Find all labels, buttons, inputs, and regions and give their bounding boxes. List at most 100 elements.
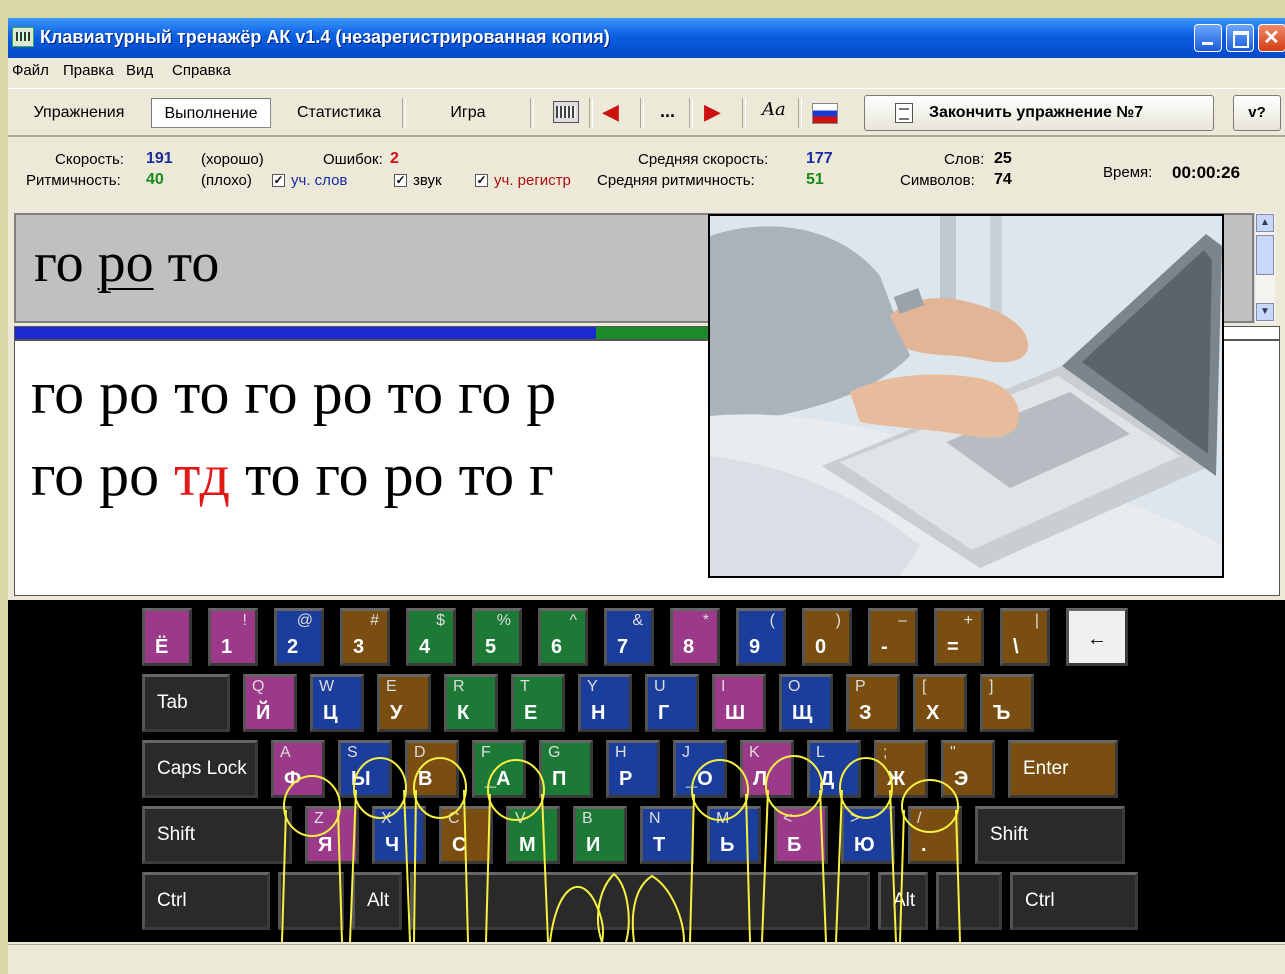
speed-label: Скорость:	[55, 151, 124, 168]
key-м[interactable]: МV	[506, 806, 560, 864]
menu-file[interactable]: Файл	[12, 62, 49, 79]
key-8[interactable]: 8 *	[670, 608, 720, 666]
case-checkbox-label[interactable]: уч. регистр	[494, 172, 571, 189]
progress-fill-done	[15, 327, 597, 339]
stats-panel: Скорость: 191 (хорошо) Ошибок: 2 Средняя…	[8, 136, 1285, 207]
key-shift[interactable]: Shift	[142, 806, 292, 864]
key-р[interactable]: РH	[606, 740, 660, 798]
key-з[interactable]: ЗP	[846, 674, 900, 732]
key-5[interactable]: 5%	[472, 608, 522, 666]
key-й[interactable]: ЙQ	[243, 674, 297, 732]
key-т[interactable]: ТN	[640, 806, 694, 864]
key-ё[interactable]: Ё	[142, 608, 192, 666]
key-label: ←	[1087, 628, 1107, 650]
arrow-left-icon[interactable]: ◀	[602, 99, 619, 125]
key-ь[interactable]: ЬM	[707, 806, 761, 864]
scroll-down-icon[interactable]: ▼	[1256, 303, 1274, 321]
key-ю[interactable]: Ю >	[841, 806, 895, 864]
key-ш[interactable]: ШI	[712, 674, 766, 732]
key-4[interactable]: 4 $	[406, 608, 456, 666]
key-shift[interactable]: Shift	[975, 806, 1125, 864]
key-у[interactable]: УE	[377, 674, 431, 732]
key-0[interactable]: 0)	[802, 608, 852, 666]
key-alt[interactable]: Alt	[352, 872, 402, 930]
key-с[interactable]: СC	[439, 806, 493, 864]
menu-edit[interactable]: Правка	[63, 62, 114, 79]
key-latin-label: D	[414, 744, 426, 761]
key-blank[interactable]	[936, 872, 1002, 930]
words-checkbox-label[interactable]: уч. слов	[291, 172, 347, 189]
key-к[interactable]: КR	[444, 674, 498, 732]
key-ф[interactable]: ФA	[271, 740, 325, 798]
case-checkbox[interactable]: ✓	[475, 174, 488, 187]
key-3[interactable]: 3 #	[340, 608, 390, 666]
key-enter[interactable]: Enter	[1008, 740, 1118, 798]
key-tab[interactable]: Tab	[142, 674, 230, 732]
key-blank[interactable]	[278, 872, 344, 930]
tab-run[interactable]: Выполнение	[151, 98, 271, 128]
key-shift-label: )	[835, 612, 841, 629]
key-symbol[interactable]: = +	[934, 608, 984, 666]
key-7[interactable]: 7 &	[604, 608, 654, 666]
finish-exercise-button[interactable]: Закончить упражнение №7	[864, 95, 1214, 131]
close-button[interactable]	[1258, 24, 1285, 52]
key-symbol[interactable]: - –	[868, 608, 918, 666]
key-г[interactable]: ГU	[645, 674, 699, 732]
key-blank[interactable]	[410, 872, 870, 930]
russian-flag-icon[interactable]	[812, 103, 838, 124]
tab-statistics[interactable]: Статистика	[280, 98, 398, 128]
key-ы[interactable]: ЫS	[338, 740, 392, 798]
key-6[interactable]: 6 ^	[538, 608, 588, 666]
key-о[interactable]: _О J	[673, 740, 727, 798]
version-button[interactable]: v?	[1233, 95, 1281, 131]
keyboard-icon[interactable]	[553, 101, 579, 123]
key-label: Alt	[367, 890, 390, 911]
key-щ[interactable]: ЩO	[779, 674, 833, 732]
key-symbol[interactable]: ←	[1066, 608, 1128, 666]
words-checkbox[interactable]: ✓	[272, 174, 285, 187]
sound-checkbox[interactable]: ✓	[394, 174, 407, 187]
key-п[interactable]: ПG	[539, 740, 593, 798]
menu-help[interactable]: Справка	[172, 62, 231, 79]
key-э[interactable]: Э "	[941, 740, 995, 798]
app-keyboard-icon[interactable]	[12, 27, 34, 47]
title-bar[interactable]: Клавиатурный тренажёр АК v1.4 (незарегис…	[8, 18, 1285, 58]
menu-view[interactable]: Вид	[126, 62, 153, 79]
maximize-button[interactable]	[1226, 24, 1254, 52]
key-symbol[interactable]: . /	[908, 806, 962, 864]
key-alt[interactable]: Alt	[878, 872, 928, 930]
key-б[interactable]: Б <	[774, 806, 828, 864]
key-1[interactable]: 1!	[208, 608, 258, 666]
key-caps-lock[interactable]: Caps Lock	[142, 740, 258, 798]
key-ц[interactable]: ЦW	[310, 674, 364, 732]
scroll-up-icon[interactable]: ▲	[1256, 214, 1274, 232]
key-ctrl[interactable]: Ctrl	[142, 872, 270, 930]
key-в[interactable]: ВD	[405, 740, 459, 798]
key-а[interactable]: _А F	[472, 740, 526, 798]
key-е[interactable]: ЕT	[511, 674, 565, 732]
key-2[interactable]: 2 @	[274, 608, 324, 666]
scroll-thumb[interactable]	[1256, 235, 1274, 275]
tab-exercises[interactable]: Упражнения	[16, 98, 142, 128]
key-л[interactable]: ЛK	[740, 740, 794, 798]
key-ctrl[interactable]: Ctrl	[1010, 872, 1138, 930]
key-label: .	[921, 834, 927, 856]
key-ъ[interactable]: Ъ]	[980, 674, 1034, 732]
document-icon	[895, 103, 913, 123]
more-button[interactable]: ...	[660, 101, 675, 122]
key-я[interactable]: ЯZ	[305, 806, 359, 864]
key-х[interactable]: Х[	[913, 674, 967, 732]
key-ж[interactable]: Ж;	[874, 740, 928, 798]
minimize-button[interactable]	[1194, 24, 1222, 52]
key-ч[interactable]: ЧX	[372, 806, 426, 864]
key-9[interactable]: 9(	[736, 608, 786, 666]
vertical-scrollbar[interactable]: ▲ ▼	[1254, 213, 1275, 323]
key-symbol[interactable]: \ |	[1000, 608, 1050, 666]
sound-checkbox-label[interactable]: звук	[413, 172, 442, 189]
key-и[interactable]: ИB	[573, 806, 627, 864]
key-н[interactable]: НY	[578, 674, 632, 732]
arrow-right-icon[interactable]: ▶	[704, 99, 721, 125]
font-icon[interactable]: Aa	[762, 99, 786, 120]
tab-game[interactable]: Игра	[428, 98, 508, 128]
key-д[interactable]: ДL	[807, 740, 861, 798]
